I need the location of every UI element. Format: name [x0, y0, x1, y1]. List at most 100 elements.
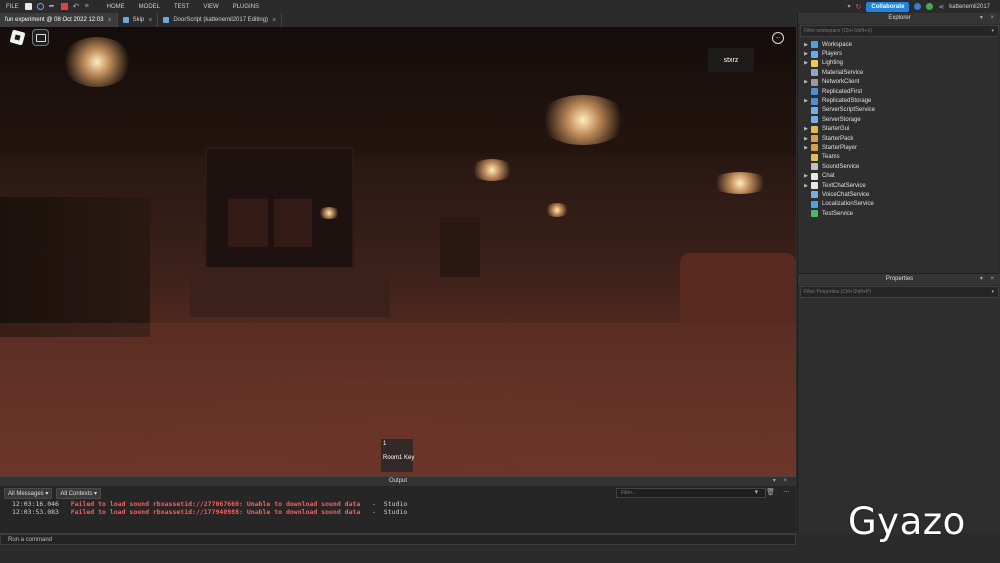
expand-arrow-icon[interactable]: ▶	[798, 145, 811, 151]
expand-arrow-icon[interactable]: ▶	[798, 42, 811, 48]
explorer-item-chat[interactable]: ▶ Chat	[798, 171, 1000, 180]
service-icon	[811, 59, 818, 67]
explorer-item-starterplayer[interactable]: ▶ StarterPlayer	[798, 143, 1000, 152]
service-icon	[811, 182, 818, 190]
service-icon	[811, 125, 818, 133]
log-row[interactable]: 12:03:16.046 Failed to load sound rbxass…	[0, 500, 796, 508]
clear-icon[interactable]: 🗑	[766, 488, 775, 496]
panel-controls[interactable]: ▾ ×	[773, 477, 790, 486]
explorer-item-players[interactable]: ▶ Players	[798, 49, 1000, 58]
file-menu[interactable]: FILE	[0, 4, 25, 10]
explorer-filter-input[interactable]: Filter workspace (Ctrl+Shift+X) ▾	[800, 25, 999, 37]
more-options-icon[interactable]: ...	[772, 32, 784, 44]
contexts-filter-dropdown[interactable]: All Contexts ▾	[56, 487, 102, 499]
chat-icon[interactable]	[32, 29, 49, 46]
tab-label: DoorScript (kattenemil2017 Editing)	[173, 17, 269, 23]
chandelier-light	[470, 159, 514, 181]
explorer-item-testservice[interactable]: TestService	[798, 209, 1000, 218]
filter-placeholder: Filter workspace (Ctrl+Shift+X)	[804, 28, 873, 34]
log-row[interactable]: 12:03:53.083 Failed to load sound rbxass…	[0, 508, 796, 516]
panel-controls[interactable]: ▾ ×	[980, 274, 997, 285]
menu-plugins[interactable]: PLUGINS	[226, 4, 266, 10]
explorer-item-lighting[interactable]: ▶ Lighting	[798, 59, 1000, 68]
explorer-item-voicechatservice[interactable]: VoiceChatService	[798, 190, 1000, 199]
expand-arrow-icon[interactable]: ▶	[798, 60, 811, 66]
output-toolbar: All Messages ▾ All Contexts ▾ Filter... …	[0, 486, 796, 500]
expand-arrow-icon[interactable]: ▶	[798, 183, 811, 189]
hotbar-slot[interactable]: 1 Room1 Key	[381, 439, 414, 472]
log-source: - Studio	[372, 508, 408, 516]
expand-arrow-icon[interactable]: ▶	[798, 126, 811, 132]
explorer-item-serverscriptservice[interactable]: ServerScriptService	[798, 106, 1000, 115]
service-icon	[811, 88, 818, 96]
player-list-entry[interactable]: stxrz	[708, 48, 754, 72]
collaborate-button[interactable]: Collaborate	[866, 1, 910, 12]
tab-place[interactable]: fun experiment @ 08 Oct 2022 12:03 ×	[0, 13, 118, 27]
menu-view[interactable]: VIEW	[196, 4, 225, 10]
more-icon[interactable]: ⋯	[783, 488, 790, 496]
explorer-item-startergui[interactable]: ▶ StarterGui	[798, 125, 1000, 134]
binoculars-icon[interactable]	[36, 3, 44, 10]
filter-dropdown-icon[interactable]: ▾	[755, 488, 759, 496]
explorer-item-localizationservice[interactable]: LocalizationService	[798, 200, 1000, 209]
expand-arrow-icon[interactable]: ▶	[798, 136, 811, 142]
close-icon[interactable]: ×	[272, 17, 276, 24]
avatar-icon[interactable]	[926, 3, 934, 10]
expand-arrow-icon[interactable]: ▶	[798, 98, 811, 104]
command-input[interactable]: Run a command	[0, 534, 796, 545]
tab-skip[interactable]: Skip ×	[118, 13, 159, 27]
filter-placeholder: Filter Properties (Ctrl+Shift+P)	[804, 289, 871, 295]
explorer-item-teams[interactable]: Teams	[798, 153, 1000, 162]
output-filter-input[interactable]: Filter...	[616, 488, 766, 498]
tab-label: fun experiment @ 08 Oct 2022 12:03	[5, 17, 104, 23]
reception-desk	[190, 267, 390, 317]
explorer-header: Explorer ▾ ×	[798, 13, 1000, 24]
explorer-item-replicatedfirst[interactable]: ReplicatedFirst	[798, 87, 1000, 96]
publish-icon[interactable]: ➦	[49, 3, 56, 10]
share-icon[interactable]: ⋖	[938, 3, 944, 11]
service-icon	[811, 144, 818, 152]
menu-model[interactable]: MODEL	[132, 4, 167, 10]
username-label[interactable]: kattenemil2017	[949, 4, 990, 10]
mailbox-grid	[274, 199, 312, 247]
menu-test[interactable]: TEST	[167, 4, 196, 10]
chevron-down-icon[interactable]: ▾	[991, 26, 994, 36]
chevron-down-icon[interactable]: ▾	[991, 287, 994, 297]
undo-icon[interactable]: ↶	[73, 3, 80, 11]
dropdown-label: All Contexts	[60, 490, 93, 497]
new-file-icon[interactable]	[24, 3, 32, 10]
explorer-item-replicatedstorage[interactable]: ▶ ReplicatedStorage	[798, 96, 1000, 105]
tab-doorscript[interactable]: DoorScript (kattenemil2017 Editing) ×	[158, 13, 283, 27]
stop-icon[interactable]	[60, 3, 68, 10]
menu-home[interactable]: HOME	[100, 4, 132, 10]
explorer-item-starterpack[interactable]: ▶ StarterPack	[798, 134, 1000, 143]
explorer-item-networkclient[interactable]: ▶ NetworkClient	[798, 78, 1000, 87]
script-icon	[122, 17, 129, 23]
explorer-item-materialservice[interactable]: MaterialService	[798, 68, 1000, 77]
properties-filter-input[interactable]: Filter Properties (Ctrl+Shift+P) ▾	[800, 286, 999, 298]
game-viewport[interactable]: ... stxrz 1 Room1 Key	[0, 27, 796, 476]
explorer-item-label: VoiceChatService	[822, 191, 870, 198]
expand-arrow-icon[interactable]: ▶	[798, 173, 811, 179]
explorer-item-textchatservice[interactable]: ▶ TextChatService	[798, 181, 1000, 190]
explorer-item-workspace[interactable]: ▶ Workspace	[798, 40, 1000, 49]
explorer-item-label: TextChatService	[822, 182, 866, 189]
explorer-item-soundservice[interactable]: SoundService	[798, 162, 1000, 171]
expand-arrow-icon[interactable]: ▶	[798, 79, 811, 85]
expand-arrow-icon[interactable]: ▶	[798, 51, 811, 57]
panel-controls[interactable]: ▾ ×	[980, 13, 997, 24]
messages-filter-dropdown[interactable]: All Messages ▾	[4, 487, 53, 499]
customize-icon[interactable]: ≡	[85, 3, 92, 10]
chevron-down-icon[interactable]: ▾	[848, 3, 851, 10]
service-icon	[811, 153, 818, 161]
explorer-item-label: Lighting	[822, 60, 844, 67]
explorer-item-label: ReplicatedFirst	[822, 88, 863, 95]
help-icon[interactable]	[914, 3, 922, 10]
slot-number: 1	[383, 441, 387, 447]
close-icon[interactable]: ×	[107, 17, 111, 24]
close-icon[interactable]: ×	[148, 17, 152, 24]
sync-icon[interactable]: ↻	[856, 3, 862, 11]
armchair	[680, 253, 796, 323]
log-message: Failed to load sound rbxassetid://277067…	[70, 500, 361, 508]
explorer-item-serverstorage[interactable]: ServerStorage	[798, 115, 1000, 124]
